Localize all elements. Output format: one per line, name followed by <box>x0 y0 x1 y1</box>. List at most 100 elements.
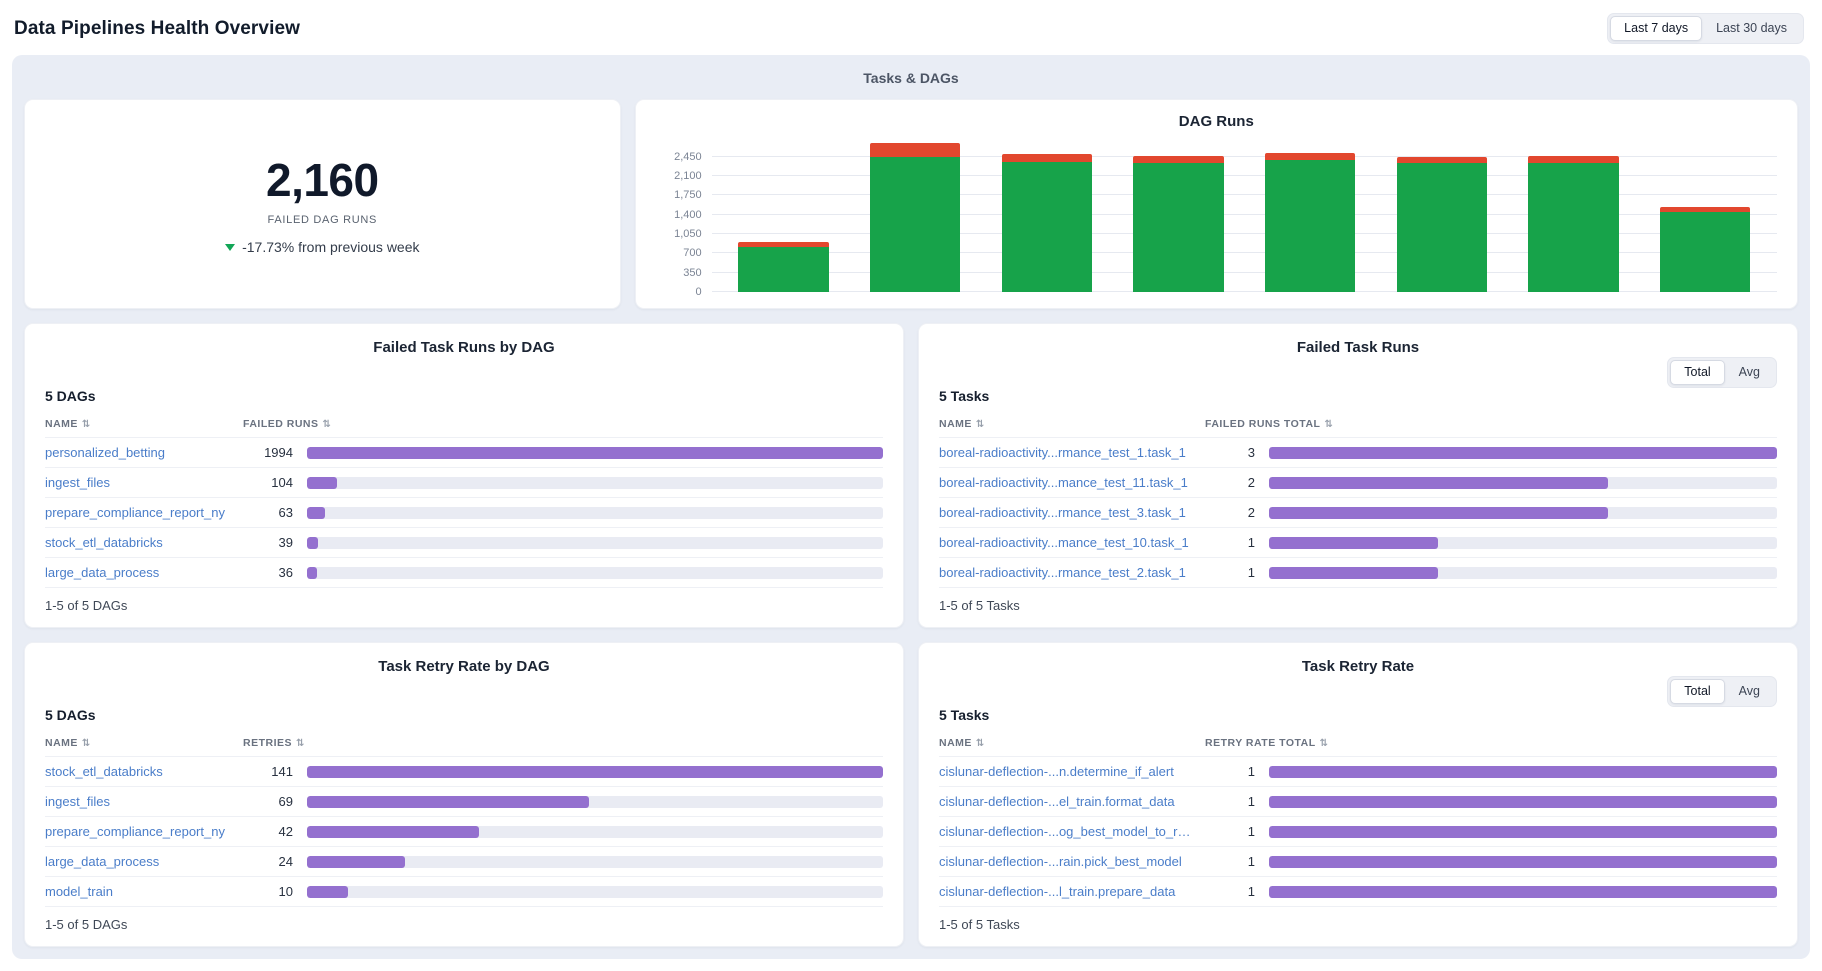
row-value: 24 <box>243 854 293 869</box>
sort-icon: ⇅ <box>1324 419 1333 430</box>
row-value: 63 <box>243 505 293 520</box>
table-row: cislunar-deflection-...rain.pick_best_mo… <box>939 847 1777 877</box>
bar-fill <box>307 856 405 868</box>
result-count: 5 Tasks <box>939 388 1777 404</box>
dag-runs-bar[interactable] <box>1397 140 1488 292</box>
table-header-row: NAME ⇅ FAILED RUNS ⇅ <box>45 413 883 438</box>
result-count: 5 Tasks <box>939 707 1777 723</box>
column-header-name[interactable]: NAME ⇅ <box>939 737 1191 749</box>
name-link[interactable]: large_data_process <box>45 854 229 869</box>
name-link[interactable]: ingest_files <box>45 475 229 490</box>
y-axis-tick-label: 0 <box>695 286 701 298</box>
column-header-value[interactable]: RETRY RATE TOTAL ⇅ <box>1205 737 1777 749</box>
name-link[interactable]: stock_etl_databricks <box>45 535 229 550</box>
name-link[interactable]: boreal-radioactivity...rmance_test_3.tas… <box>939 505 1191 520</box>
kpi-delta-text: -17.73% from previous week <box>242 239 419 255</box>
dag-runs-chart-title: DAG Runs <box>656 113 1777 130</box>
y-axis-tick-label: 1,400 <box>674 209 702 221</box>
name-link[interactable]: prepare_compliance_report_ny <box>45 505 229 520</box>
name-link[interactable]: large_data_process <box>45 565 229 580</box>
bar-fill <box>1269 507 1608 519</box>
time-range-last-7-days-button[interactable]: Last 7 days <box>1610 16 1702 41</box>
row-value: 1994 <box>243 445 293 460</box>
bar-fill <box>1269 856 1777 868</box>
table-row: stock_etl_databricks39 <box>45 528 883 558</box>
time-range-last-30-days-button[interactable]: Last 30 days <box>1702 16 1801 41</box>
bar-track <box>307 567 883 579</box>
row-value: 2 <box>1205 475 1255 490</box>
failed-bar-segment <box>1265 153 1356 160</box>
bar-fill <box>1269 766 1777 778</box>
table-row: boreal-radioactivity...rmance_test_1.tas… <box>939 438 1777 468</box>
dag-runs-bar[interactable] <box>1002 140 1093 292</box>
name-link[interactable]: cislunar-deflection-...n.determine_if_al… <box>939 764 1191 779</box>
dag-runs-chart-card: DAG Runs 03507001,0501,4001,7502,1002,45… <box>635 99 1798 309</box>
panels-grid: Failed Task Runs by DAG5 DAGsNAME ⇅FAILE… <box>24 323 1798 947</box>
row-value: 1 <box>1205 764 1255 779</box>
toggle-avg-button[interactable]: Avg <box>1725 679 1774 704</box>
failed-bar-segment <box>1133 156 1224 163</box>
table-row: ingest_files69 <box>45 787 883 817</box>
row-value: 1 <box>1205 535 1255 550</box>
tasks-dags-section: Tasks & DAGs 2,160 FAILED DAG RUNS -17.7… <box>12 55 1810 959</box>
name-link[interactable]: prepare_compliance_report_ny <box>45 824 229 839</box>
chart-y-axis: 03507001,0501,4001,7502,1002,450 <box>656 140 712 292</box>
toggle-total-button[interactable]: Total <box>1670 360 1724 385</box>
dag-runs-bar[interactable] <box>1528 140 1619 292</box>
name-link[interactable]: personalized_betting <box>45 445 229 460</box>
column-header-value[interactable]: RETRIES ⇅ <box>243 737 883 749</box>
name-link[interactable]: cislunar-deflection-...og_best_model_to_… <box>939 824 1191 839</box>
result-count: 5 DAGs <box>45 707 883 723</box>
toggle-avg-button[interactable]: Avg <box>1725 360 1774 385</box>
table-row: boreal-radioactivity...rmance_test_2.tas… <box>939 558 1777 588</box>
dag-runs-bar[interactable] <box>1265 140 1356 292</box>
success-bar-segment <box>870 157 961 292</box>
name-link[interactable]: cislunar-deflection-...el_train.format_d… <box>939 794 1191 809</box>
column-header-value[interactable]: FAILED RUNS ⇅ <box>243 418 883 430</box>
row-value: 42 <box>243 824 293 839</box>
column-header-value[interactable]: FAILED RUNS TOTAL ⇅ <box>1205 418 1777 430</box>
table-row: large_data_process36 <box>45 558 883 588</box>
panel-toggle-row: TotalAvg <box>939 356 1777 388</box>
column-header-name[interactable]: NAME ⇅ <box>939 418 1191 430</box>
page-title: Data Pipelines Health Overview <box>14 18 300 40</box>
dag-runs-bar[interactable] <box>1133 140 1224 292</box>
name-link[interactable]: boreal-radioactivity...mance_test_11.tas… <box>939 475 1191 490</box>
bar-track <box>1269 856 1777 868</box>
sort-icon: ⇅ <box>1320 738 1329 749</box>
column-header-name[interactable]: NAME ⇅ <box>45 418 229 430</box>
failed-bar-segment <box>870 143 961 157</box>
bar-fill <box>307 796 589 808</box>
row-value: 1 <box>1205 884 1255 899</box>
toggle-total-button[interactable]: Total <box>1670 679 1724 704</box>
name-link[interactable]: ingest_files <box>45 794 229 809</box>
bar-track <box>307 796 883 808</box>
name-link[interactable]: cislunar-deflection-...rain.pick_best_mo… <box>939 854 1191 869</box>
table-row: large_data_process 24 <box>45 847 883 877</box>
name-link[interactable]: stock_etl_databricks <box>45 764 229 779</box>
bar-fill <box>307 826 479 838</box>
total-avg-toggle: TotalAvg <box>1667 357 1777 388</box>
name-link[interactable]: cislunar-deflection-...l_train.prepare_d… <box>939 884 1191 899</box>
row-value: 141 <box>243 764 293 779</box>
bar-fill <box>1269 796 1777 808</box>
name-link[interactable]: boreal-radioactivity...rmance_test_1.tas… <box>939 445 1191 460</box>
sort-icon: ⇅ <box>296 738 305 749</box>
success-bar-segment <box>738 247 829 292</box>
column-header-name[interactable]: NAME ⇅ <box>45 737 229 749</box>
name-link[interactable]: model_train <box>45 884 229 899</box>
y-axis-tick-label: 2,100 <box>674 170 702 182</box>
name-link[interactable]: boreal-radioactivity...mance_test_10.tas… <box>939 535 1191 550</box>
dag-runs-bar[interactable] <box>1660 140 1751 292</box>
dag-runs-bar[interactable] <box>738 140 829 292</box>
row-value: 1 <box>1205 824 1255 839</box>
pagination-label: 1-5 of 5 DAGs <box>45 588 883 617</box>
name-link[interactable]: boreal-radioactivity...rmance_test_2.tas… <box>939 565 1191 580</box>
table-row: prepare_compliance_report_ny 42 <box>45 817 883 847</box>
sort-icon: ⇅ <box>323 419 332 430</box>
dag-runs-bar[interactable] <box>870 140 961 292</box>
bar-fill <box>1269 886 1777 898</box>
bar-fill <box>1269 537 1438 549</box>
panel-task-retry-rate-by-dag: Task Retry Rate by DAG5 DAGsNAME ⇅RETRIE… <box>24 642 904 947</box>
chart-plot-area <box>712 140 1777 292</box>
